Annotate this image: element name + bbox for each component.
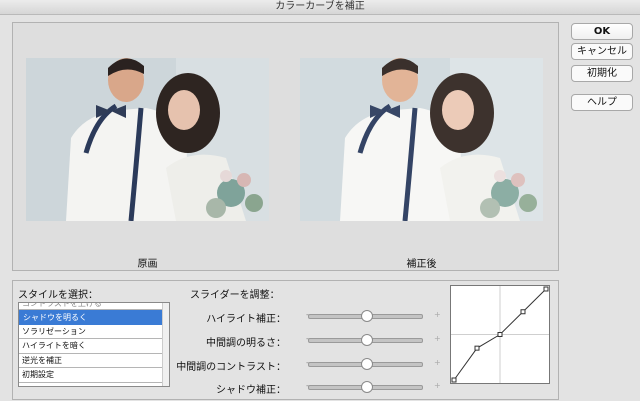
window-title: カラーカーブを補正 (275, 1, 365, 12)
ok-button[interactable]: OK (571, 23, 633, 40)
curve-graph[interactable] (450, 285, 550, 384)
style-list-item[interactable]: コントラストを上げる (19, 303, 169, 310)
curve-control-point (543, 286, 549, 292)
highlight-slider-label: ハイライト補正： (206, 314, 286, 325)
midtone-brightness-label: 中間調の明るさ： (206, 338, 286, 349)
shadow-plus: + (434, 381, 441, 390)
original-photo (26, 58, 269, 221)
corrected-label: 補正後 (406, 259, 437, 270)
curve-control-point (474, 345, 480, 351)
shadow-slider-thumb[interactable] (360, 381, 373, 393)
original-label: 原画 (137, 259, 158, 270)
shadow-slider[interactable] (308, 381, 423, 393)
highlight-plus: + (434, 310, 441, 319)
adjustment-panel: スタイルを選択： コントラストを上げる シャドウを明るく ソラリゼーション ハイ… (12, 280, 559, 400)
preview-panel: 原画 補正後 (12, 22, 559, 271)
curve-control-point (451, 377, 457, 383)
midtone-brightness-slider[interactable] (308, 334, 423, 346)
shadow-slider-label: シャドウ補正： (216, 385, 286, 396)
midtone-brightness-plus: + (434, 334, 441, 343)
corrected-photo (300, 58, 543, 221)
curve-control-point (520, 309, 526, 315)
reset-button[interactable]: 初期化 (571, 65, 633, 82)
highlight-slider-thumb[interactable] (360, 310, 373, 322)
midtone-contrast-slider[interactable] (308, 358, 423, 370)
curve-control-point (497, 332, 503, 337)
style-select-label: スタイルを選択： (18, 290, 98, 301)
midtone-contrast-slider-thumb[interactable] (360, 358, 373, 370)
help-button[interactable]: ヘルプ (571, 94, 633, 111)
window-title-bar: カラーカーブを補正 (0, 0, 640, 15)
slider-section-label: スライダーを調整： (190, 290, 280, 301)
midtone-contrast-label: 中間調のコントラスト： (176, 362, 286, 373)
midtone-brightness-slider-thumb[interactable] (360, 334, 373, 346)
cancel-button[interactable]: キャンセル (571, 43, 633, 60)
highlight-slider[interactable] (308, 310, 423, 322)
midtone-contrast-plus: + (434, 358, 441, 367)
